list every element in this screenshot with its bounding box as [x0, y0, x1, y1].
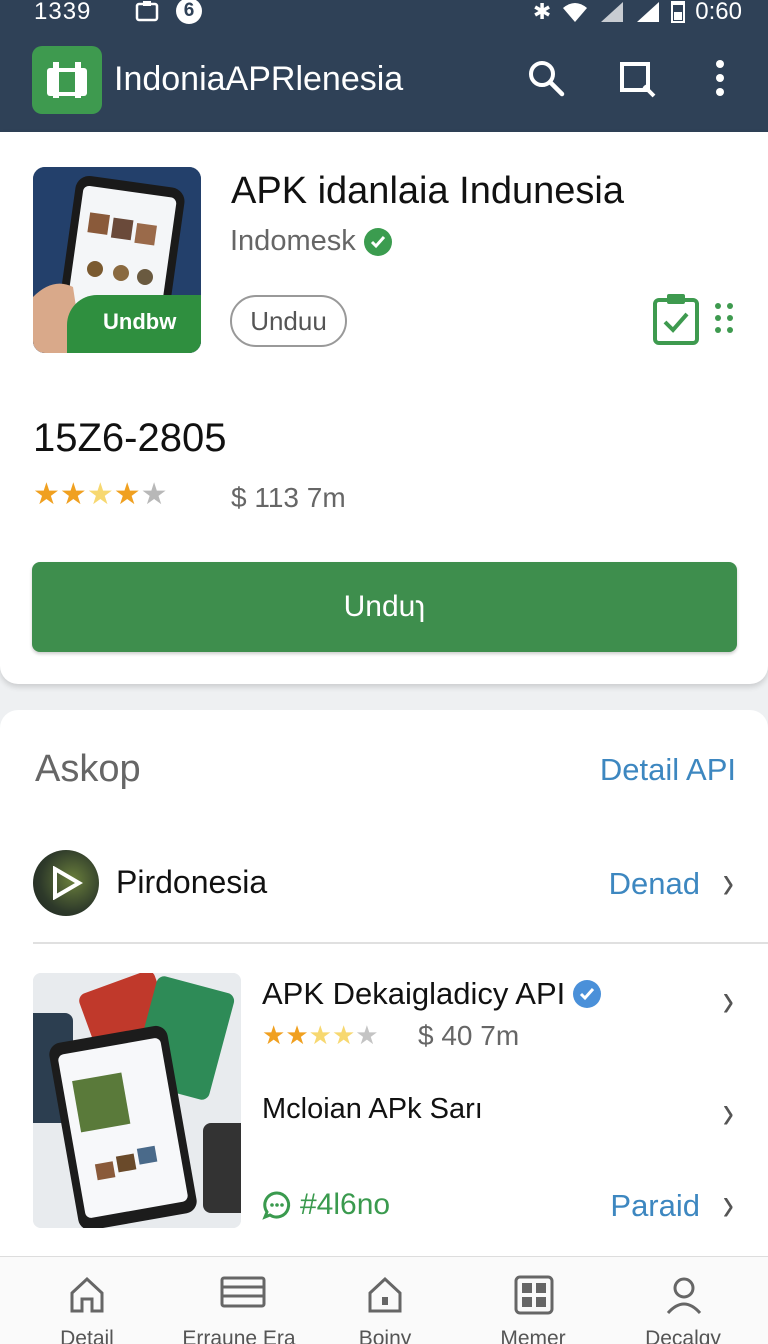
logo-icon — [47, 62, 87, 98]
star-icon: ★ — [262, 1020, 286, 1050]
home-icon — [70, 1276, 104, 1313]
notification-count-badge: 6 — [176, 0, 202, 24]
profile-icon — [666, 1277, 702, 1315]
rating-stars: ★ ★ ★ ★ ★ — [262, 1022, 379, 1048]
more-vert-icon[interactable] — [700, 58, 740, 98]
battery-icon — [671, 1, 686, 23]
bluetooth-icon: ✱ — [532, 0, 552, 24]
nav-item-boiny[interactable]: Boiny — [310, 1257, 460, 1344]
drag-dots-icon[interactable] — [714, 302, 734, 339]
item-thumbnail[interactable] — [33, 973, 241, 1228]
status-right: ✱ 0:60 — [533, 0, 742, 26]
chat-icon — [262, 1191, 291, 1220]
status-clock: 0:60 — [695, 0, 742, 25]
star-icon: ★ — [140, 478, 168, 511]
app-code: 15Z6-2805 — [33, 416, 227, 460]
list-item-chat-row[interactable]: #4l6no — [262, 1188, 390, 1222]
status-time: 1339 — [34, 0, 92, 25]
download-chip[interactable]: Unduu — [230, 295, 347, 347]
detail-api-link[interactable]: Detail API — [600, 752, 736, 788]
app-logo[interactable] — [32, 46, 102, 114]
app-title-heading: APK idanlaia Indunesia — [231, 170, 624, 212]
nav-item-decalqy[interactable]: Decalqy — [608, 1257, 758, 1344]
clipboard-check-icon[interactable] — [652, 292, 700, 351]
star-icon: ★ — [86, 478, 114, 511]
status-app-icon — [134, 0, 160, 30]
section-card: Askop Detail API Pirdonesia Denad › APK … — [0, 710, 768, 1270]
app-thumbnail[interactable]: Undbw — [33, 167, 201, 353]
search-icon[interactable] — [526, 58, 566, 98]
verified-check-icon — [363, 227, 392, 256]
app-bar: 1339 6 ✱ 0:60 IndoniaAPRlenesia — [0, 0, 768, 132]
signal-icon — [601, 2, 624, 22]
wifi-icon — [563, 3, 588, 22]
nav-item-list[interactable]: Erraune Era — [164, 1257, 314, 1344]
star-icon: ★ — [33, 478, 60, 511]
chevron-right-icon[interactable]: › — [723, 1178, 734, 1233]
download-button[interactable]: Unduɿ — [32, 562, 737, 652]
list-icon — [220, 1276, 266, 1308]
app-detail-card: Undbw APK idanlaia Indunesia Indomesk Un… — [0, 132, 768, 684]
star-icon: ★ — [113, 478, 141, 511]
nav-label: Decalqy — [645, 1327, 721, 1344]
chevron-right-icon[interactable]: › — [723, 1086, 734, 1141]
list-item-text: #4l6no — [300, 1188, 391, 1221]
crop-icon[interactable] — [616, 58, 656, 98]
list-item-title-text: APK Dekaigladicy API — [262, 976, 566, 1011]
signal-icon-2 — [637, 2, 660, 22]
list-item-title[interactable]: APK Dekaigladicy API — [262, 976, 602, 1012]
list-item-link[interactable]: Denad — [609, 866, 700, 902]
rating-stars: ★ ★ ★ ★ ★ — [33, 480, 168, 510]
phones-illustration — [33, 973, 241, 1228]
chevron-right-icon[interactable]: › — [723, 856, 734, 911]
avatar[interactable] — [33, 850, 99, 916]
list-item-title[interactable]: Mcloian APk Sarı — [262, 1092, 562, 1126]
developer-row[interactable]: Indomesk — [230, 225, 392, 258]
list-item-title[interactable]: Pirdonesia — [116, 864, 267, 901]
star-icon: ★ — [285, 1020, 309, 1050]
star-icon: ★ — [331, 1020, 356, 1050]
nav-item-memer[interactable]: Memer — [458, 1257, 608, 1344]
nav-label: Erraune Era — [182, 1327, 296, 1344]
status-bar: 1339 6 ✱ 0:60 — [0, 0, 768, 28]
list-item-meta: $ 40 7m — [418, 1020, 520, 1051]
star-icon: ★ — [308, 1020, 332, 1050]
rating-meta: $ 113 7m — [231, 482, 346, 513]
divider — [33, 942, 768, 944]
section-title: Askop — [35, 748, 141, 790]
grid-icon — [514, 1275, 554, 1315]
chevron-right-icon[interactable]: › — [723, 974, 734, 1029]
developer-name: Indomesk — [230, 225, 356, 257]
nav-label: Detail — [60, 1327, 114, 1344]
thumbnail-badge: Undbw — [67, 295, 201, 353]
home-outline-icon — [368, 1276, 402, 1313]
star-icon: ★ — [59, 478, 87, 511]
play-icon — [53, 866, 83, 900]
nav-item-detail[interactable]: Detail — [12, 1257, 162, 1344]
nav-label: Boiny — [358, 1327, 412, 1344]
app-title: IndoniaAPRlenesia — [114, 60, 404, 98]
bottom-nav: Detail Erraune Era Boiny Memer Decalqy — [0, 1256, 768, 1344]
star-icon: ★ — [355, 1020, 379, 1050]
list-item-link[interactable]: Paraid — [610, 1188, 700, 1224]
verified-check-icon — [573, 980, 602, 1008]
nav-label: Memer — [500, 1327, 566, 1344]
